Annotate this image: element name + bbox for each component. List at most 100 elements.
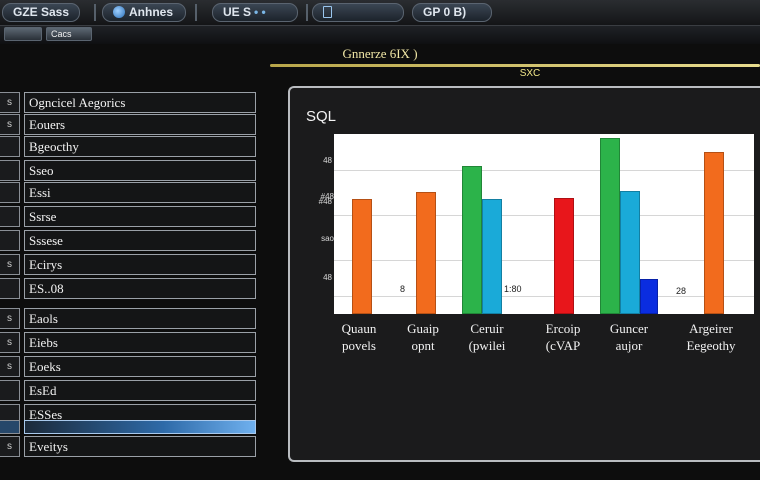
x-category-label-line: Ercoip — [545, 321, 581, 336]
sidebar-item-label: Eiebs — [24, 332, 256, 353]
sidebar-item-label: Ogncicel Aegorics — [24, 92, 256, 113]
sidebar-item-label: Ecirys — [24, 254, 256, 275]
sidebar-item[interactable]: Sssese — [0, 230, 258, 251]
tab-1[interactable]: GZE Sass — [2, 3, 80, 22]
sidebar-item-index: s — [0, 254, 20, 275]
x-category-label-line: povels — [342, 338, 376, 353]
x-category-label: Guaip opnt — [388, 320, 458, 354]
chart-gridline — [334, 215, 754, 216]
tab-2-label: Anhnes — [129, 5, 174, 19]
x-category-label-line: Argeirer — [689, 321, 733, 336]
sidebar-item-index: s — [0, 356, 20, 377]
chart-bar — [352, 199, 372, 314]
toolbar-button-1[interactable] — [4, 27, 42, 41]
chart-data-label: 8 — [400, 284, 406, 294]
tab-separator — [94, 4, 96, 21]
sidebar-item[interactable]: s Eaols — [0, 308, 258, 329]
tab-5[interactable]: GP 0 B) — [412, 3, 492, 22]
sidebar-item[interactable]: Ssrse — [0, 206, 258, 227]
chart-gridline — [334, 170, 754, 171]
tab-4[interactable] — [312, 3, 404, 22]
x-category-label-line: aujor — [615, 338, 643, 353]
tab-3[interactable]: UE S • • — [212, 3, 298, 22]
sidebar-item-index — [0, 160, 20, 181]
sidebar-item-index — [0, 380, 20, 401]
toolbar-button-2-label: Cacs — [51, 29, 72, 39]
sidebar-item[interactable]: ES..08 — [0, 278, 258, 299]
x-category-label-line: Quaun — [341, 321, 377, 336]
chart-bar — [620, 191, 640, 314]
sidebar-item-label: Ssrse — [24, 206, 256, 227]
chart-gridline — [334, 296, 754, 297]
chart-bar — [600, 138, 620, 314]
sidebar-item-index — [0, 420, 20, 434]
toolbar-button-2[interactable]: Cacs — [46, 27, 92, 41]
page-subtitle: SXC — [519, 68, 541, 79]
sidebar-item[interactable]: Sseo — [0, 160, 258, 181]
chart-data-label: 1:80 — [504, 284, 522, 294]
x-category-label-line: Ceruir — [470, 321, 504, 336]
sidebar-item-label: Sssese — [24, 230, 256, 251]
x-category-label: Quaun povels — [324, 320, 394, 354]
chart-panel: SQL 8 1:80 28 48 #48 48 #48 sao Quaun povels Gua… — [288, 86, 760, 462]
sidebar-item-index — [0, 206, 20, 227]
x-category-label-line: Guncer — [609, 321, 649, 336]
sidebar-item[interactable] — [0, 420, 258, 434]
tab-1-label: GZE Sass — [13, 5, 70, 19]
sidebar-item[interactable]: s Eouers — [0, 114, 258, 135]
sidebar-item[interactable]: Essi — [0, 182, 258, 203]
x-category-label: Ceruir (pwilei — [452, 320, 522, 354]
sidebar-item[interactable]: s Ogncicel Aegorics — [0, 92, 258, 113]
sidebar-item[interactable]: s Ecirys — [0, 254, 258, 275]
sidebar-item[interactable]: s Eiebs — [0, 332, 258, 353]
sidebar-item-index — [0, 230, 20, 251]
sidebar-item-index: s — [0, 436, 20, 457]
x-category-label: Guncer aujor — [594, 320, 664, 354]
tab-2[interactable]: Anhnes — [102, 3, 186, 22]
chart-bar — [462, 166, 482, 314]
sidebar-item[interactable]: EsEd — [0, 380, 258, 401]
x-category-label-line: opnt — [411, 338, 435, 353]
dots-icon: • • — [254, 5, 266, 19]
y-tick-label: 48 — [323, 273, 332, 282]
document-icon — [323, 6, 332, 18]
chart-gridline — [334, 260, 754, 261]
tab-separator — [195, 4, 197, 21]
y-tick-label: #48 — [320, 192, 334, 201]
sidebar-item-index — [0, 136, 20, 157]
x-category-label-line: Eegeothy — [686, 338, 736, 353]
sidebar-item[interactable]: s Eoeks — [0, 356, 258, 377]
x-category-label-line: Guaip — [407, 321, 439, 336]
y-tick-label: 48 — [323, 156, 332, 165]
chart-bar — [704, 152, 724, 314]
sidebar-item-label: EsEd — [24, 380, 256, 401]
x-category-label-line: (pwilei — [468, 338, 506, 353]
sidebar-item-label: Eaols — [24, 308, 256, 329]
sidebar-item-label: Eouers — [24, 114, 256, 135]
chart-data-label: 28 — [676, 286, 687, 296]
sidebar-item-index: s — [0, 332, 20, 353]
x-category-label: Ercoip (cVAP — [528, 320, 598, 354]
sidebar-item-label: ES..08 — [24, 278, 256, 299]
sidebar-item-label: Sseo — [24, 160, 256, 181]
sidebar-list: s Ogncicel Aegorics s Eouers Bgeocthy Sseo Ess… — [0, 90, 258, 460]
chart-bar — [640, 279, 658, 314]
tab-bar: GZE Sass Anhnes UE S • • GP 0 B) — [0, 0, 760, 26]
page-title: Gnnerze 6IX ) — [342, 46, 418, 61]
sidebar-item-label: Eveitys — [24, 436, 256, 457]
chart-bar — [482, 199, 502, 314]
globe-icon — [113, 6, 125, 18]
chart-title: SQL — [306, 108, 337, 125]
chart-bar — [416, 192, 436, 314]
sidebar-item-label — [24, 420, 256, 434]
sidebar-item[interactable]: s Eveitys — [0, 436, 258, 457]
sidebar-item-label: Bgeocthy — [24, 136, 256, 157]
tab-5-label: GP 0 B) — [423, 5, 467, 19]
sidebar-item-label: Essi — [24, 182, 256, 203]
tab-3-label: UE S — [223, 5, 252, 19]
sidebar-item-label: Eoeks — [24, 356, 256, 377]
sidebar-item[interactable]: Bgeocthy — [0, 136, 258, 157]
x-category-label-line: (cVAP — [545, 338, 581, 353]
sidebar-item-index: s — [0, 92, 20, 113]
y-tick-label: sao — [321, 234, 334, 243]
